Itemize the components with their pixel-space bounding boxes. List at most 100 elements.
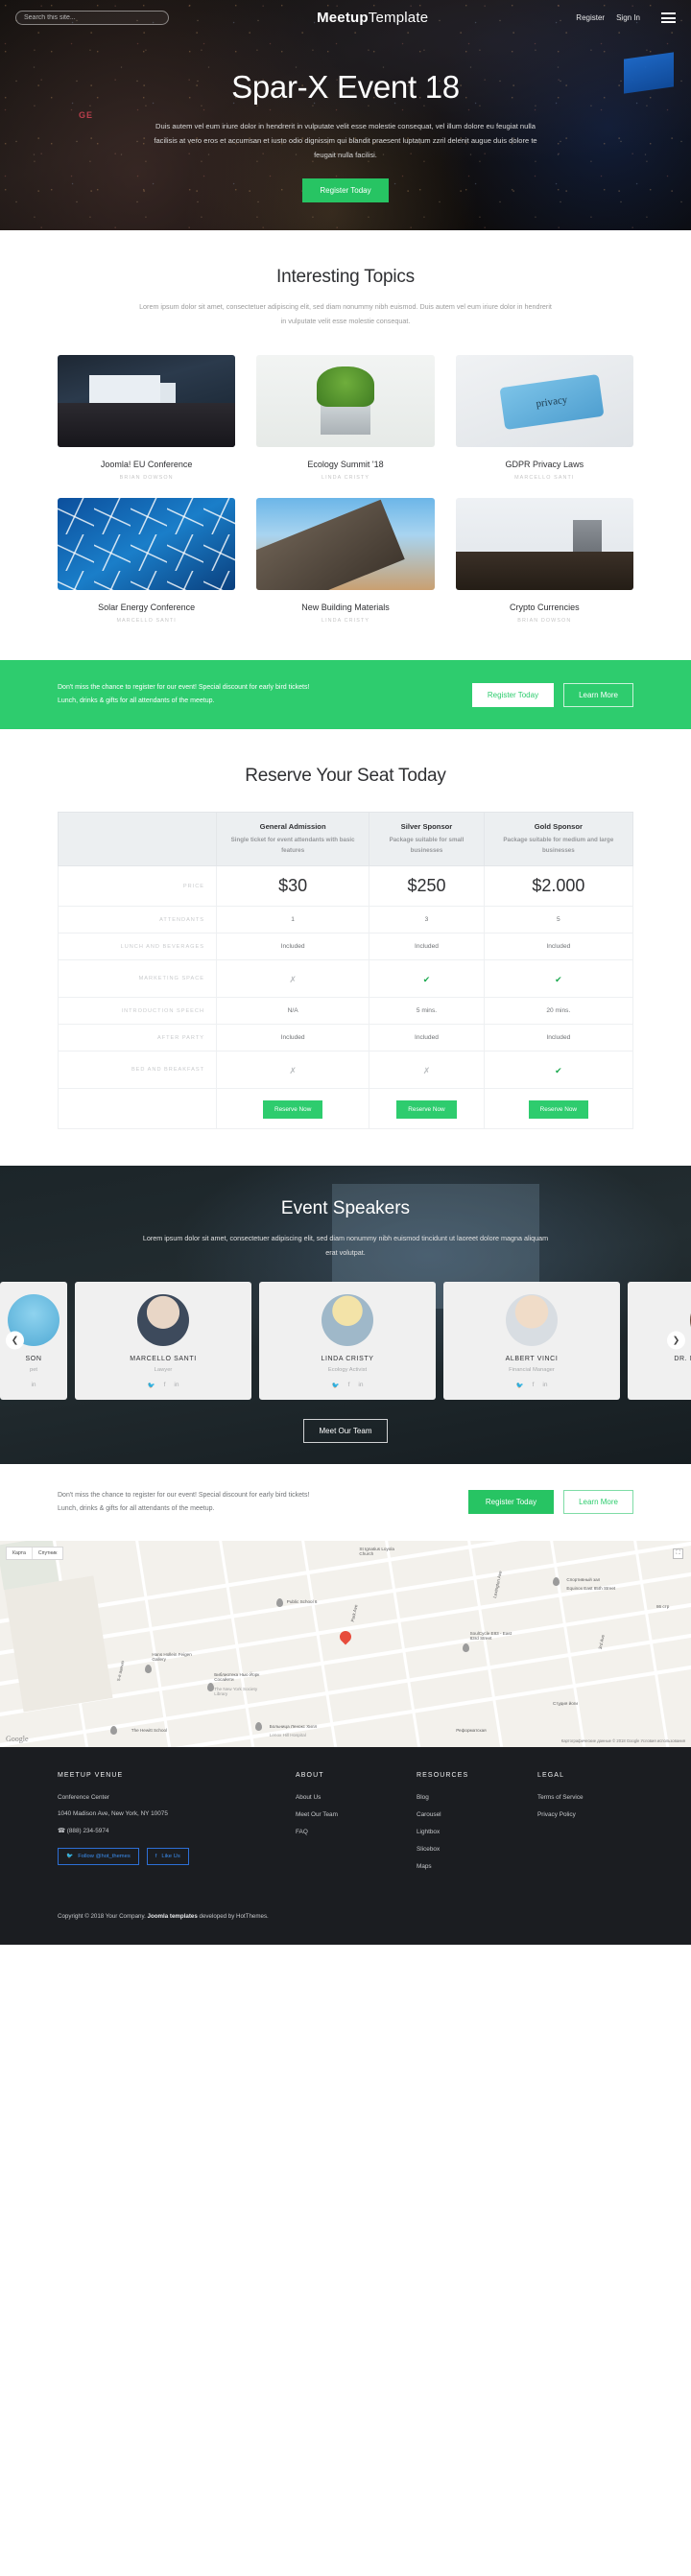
linkedin-icon[interactable]: in <box>174 1382 179 1389</box>
map-tab-map[interactable]: Карта <box>7 1547 33 1559</box>
table-row: LUNCH AND BEVERAGES Included Included In… <box>58 933 634 961</box>
speaker-role: Ecology Activist <box>327 1366 368 1373</box>
topic-thumbnail[interactable] <box>455 498 633 591</box>
twitter-icon[interactable]: 🐦 <box>516 1382 524 1389</box>
register-link[interactable]: Register <box>576 13 605 22</box>
avatar <box>506 1293 558 1346</box>
meet-team-wrap: Meet Our Team <box>0 1418 691 1443</box>
cross-icon: ✗ <box>289 1066 297 1076</box>
linkedin-icon[interactable]: in <box>542 1382 547 1389</box>
footer-link[interactable]: Carousel <box>417 1811 512 1818</box>
topic-card[interactable]: Joomla! EU Conference BRIAN DOWSON <box>58 355 236 481</box>
topic-thumbnail[interactable] <box>58 498 236 591</box>
reserve-now-button[interactable]: Reserve Now <box>396 1100 457 1120</box>
map-type-control[interactable]: Карта Спутник <box>6 1546 64 1560</box>
green-cta-learn-more-button[interactable]: Learn More <box>563 682 633 707</box>
chevron-left-icon[interactable]: ❮ <box>6 1331 24 1350</box>
row-label: PRICE <box>58 865 217 908</box>
speaker-name: LINDA CRISTY <box>321 1355 374 1362</box>
chevron-right-icon[interactable]: ❯ <box>667 1331 685 1350</box>
light-cta-row: Don't miss the chance to register for ou… <box>58 1489 633 1516</box>
map-label: The Hewitt School <box>131 1728 168 1734</box>
site-logo[interactable]: MeetupTemplate <box>169 10 576 26</box>
pricing-plan-header: Gold Sponsor Package suitable for medium… <box>483 812 634 867</box>
linkedin-icon[interactable]: in <box>358 1382 363 1389</box>
footer-link[interactable]: Lightbox <box>417 1829 512 1835</box>
fullscreen-icon[interactable]: ⛶ <box>673 1548 683 1559</box>
footer-link[interactable]: Maps <box>417 1863 512 1870</box>
footer-link[interactable]: Privacy Policy <box>537 1811 633 1818</box>
footer-link[interactable]: About Us <box>296 1794 392 1801</box>
facebook-like-button[interactable]: f Like Us <box>146 1847 189 1865</box>
cell-value: Included <box>483 933 634 961</box>
pricing-plan-header: General Admission Single ticket for even… <box>215 812 370 867</box>
topic-thumbnail[interactable] <box>256 498 435 591</box>
map-section[interactable]: Карта Спутник ⛶ Public School 6 Спортивн… <box>0 1540 691 1747</box>
cell-mark: ✗ <box>215 1051 370 1090</box>
map-label: The New York Society Library <box>214 1687 258 1697</box>
map-label: Hans Hollein Feigen Gallery <box>152 1651 192 1662</box>
topic-card[interactable]: Solar Energy Conference MARCELLO SANTI <box>58 498 236 625</box>
footer-link[interactable]: Meet Our Team <box>296 1811 392 1818</box>
map-label: Реформатская <box>456 1728 487 1734</box>
row-label: LUNCH AND BEVERAGES <box>58 933 217 961</box>
cell-value: Included <box>215 1024 370 1052</box>
reserve-now-button[interactable]: Reserve Now <box>528 1100 589 1120</box>
topic-card[interactable]: Ecology Summit '18 LINDA CRISTY <box>256 355 435 481</box>
plan-name: General Admission <box>259 822 326 832</box>
footer-link[interactable]: Blog <box>417 1794 512 1801</box>
signin-link[interactable]: Sign In <box>616 13 640 22</box>
map-attribution: Картографические данные © 2018 Google Ус… <box>560 1737 685 1743</box>
speakers-carousel[interactable]: SON pet in MARCELLO SANTI Lawyer 🐦 f in … <box>0 1281 691 1400</box>
pricing-plan-header: Silver Sponsor Package suitable for smal… <box>369 812 485 867</box>
facebook-icon[interactable]: f <box>533 1382 535 1389</box>
topic-thumbnail[interactable] <box>256 355 435 448</box>
topic-card[interactable]: GDPR Privacy Laws MARCELLO SANTI <box>455 355 633 481</box>
footer-link[interactable]: FAQ <box>296 1829 392 1835</box>
map-tab-satellite[interactable]: Спутник <box>33 1548 63 1559</box>
light-cta-register-button[interactable]: Register Today <box>467 1490 555 1515</box>
twitter-follow-label: Follow @hot_themes <box>78 1853 131 1859</box>
topic-name: New Building Materials <box>301 603 390 613</box>
linkedin-icon[interactable]: in <box>31 1382 36 1388</box>
search-input[interactable] <box>24 14 160 21</box>
table-row: BED AND BREAKFAST ✗ ✗ ✔ <box>58 1051 634 1090</box>
table-row: MARKETING SPACE ✗ ✔ ✔ <box>58 959 634 999</box>
row-label: AFTER PARTY <box>58 1024 217 1052</box>
meet-our-team-button[interactable]: Meet Our Team <box>302 1418 389 1443</box>
hamburger-icon[interactable] <box>661 12 676 23</box>
search-box[interactable] <box>15 11 169 25</box>
facebook-icon[interactable]: f <box>164 1382 166 1389</box>
table-row-actions: Reserve Now Reserve Now Reserve Now <box>58 1088 634 1130</box>
map-label: Equinox East 85th Street <box>566 1585 616 1591</box>
twitter-follow-button[interactable]: 🐦 Follow @hot_themes <box>58 1847 139 1865</box>
topic-thumbnail[interactable] <box>455 355 633 448</box>
speaker-card[interactable]: LINDA CRISTY Ecology Activist 🐦 f in <box>259 1281 436 1400</box>
footer-link[interactable]: Terms of Service <box>537 1794 633 1801</box>
topic-thumbnail[interactable] <box>58 355 236 448</box>
cross-icon: ✗ <box>289 975 297 985</box>
copyright-link[interactable]: Joomla templates <box>148 1913 198 1920</box>
phone-icon: ☎ <box>58 1827 65 1834</box>
map-label: Спортивный зал <box>566 1577 601 1583</box>
footer-column-resources: RESOURCES Blog Carousel Lightbox Slicebo… <box>417 1772 512 1880</box>
facebook-icon[interactable]: f <box>348 1382 350 1389</box>
speaker-card[interactable]: MARCELLO SANTI Lawyer 🐦 f in <box>75 1281 251 1400</box>
topic-author: MARCELLO SANTI <box>116 618 177 625</box>
footer-link[interactable]: Slicebox <box>417 1846 512 1853</box>
topic-card[interactable]: New Building Materials LINDA CRISTY <box>256 498 435 624</box>
map-label: Студия йоги <box>553 1701 578 1707</box>
topic-card[interactable]: Crypto Currencies BRIAN DOWSON <box>455 498 633 624</box>
footer-venue-name: Conference Center <box>58 1793 109 1801</box>
speaker-social-links: 🐦 f in <box>449 1382 614 1389</box>
hero-section: GE MeetupTemplate Register Sign In Spar-… <box>0 0 691 230</box>
topics-wrap: Joomla! EU Conference BRIAN DOWSON Ecolo… <box>58 355 633 624</box>
green-cta-buttons: Register Today Learn More <box>471 682 633 707</box>
speaker-card[interactable]: ALBERT VINCI Financial Manager 🐦 f in <box>443 1281 620 1400</box>
twitter-icon[interactable]: 🐦 <box>148 1382 155 1389</box>
hero-register-button[interactable]: Register Today <box>302 177 389 202</box>
green-cta-register-button[interactable]: Register Today <box>471 682 555 707</box>
twitter-icon[interactable]: 🐦 <box>332 1382 340 1389</box>
light-cta-learn-more-button[interactable]: Learn More <box>563 1490 633 1515</box>
reserve-now-button[interactable]: Reserve Now <box>262 1100 323 1120</box>
